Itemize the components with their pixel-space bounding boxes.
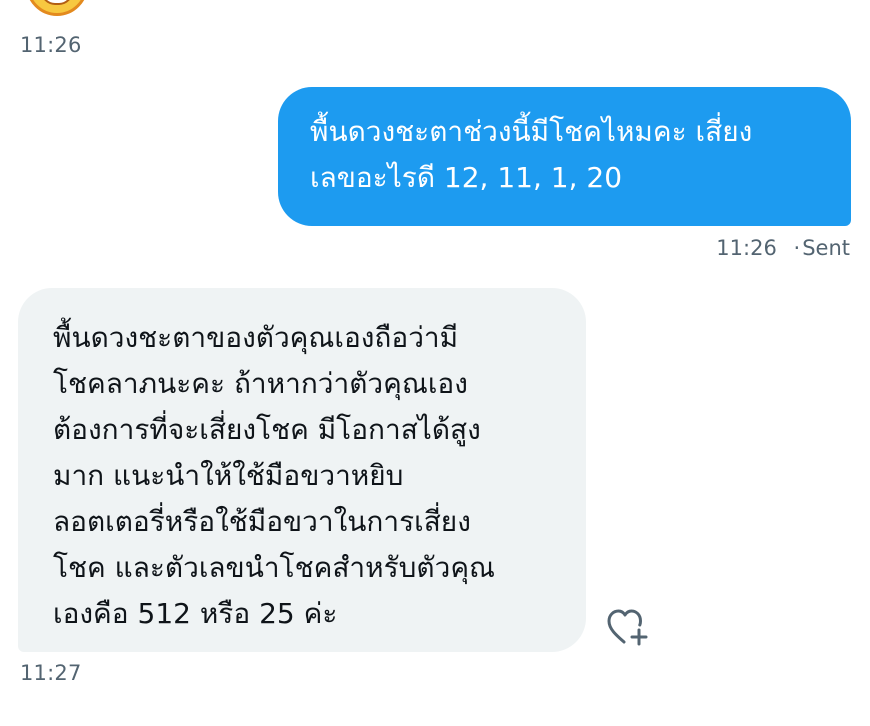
- heart-plus-icon[interactable]: [606, 608, 650, 648]
- grinning-face-emoji-icon: [26, 0, 88, 16]
- meta-separator: ·: [793, 236, 801, 260]
- sent-status-label: Sent: [802, 236, 850, 260]
- received-message-bubble[interactable]: พื้นดวงชะตาของตัวคุณเองถือว่ามี โชคลาภนะ…: [18, 288, 586, 652]
- sent-message-meta: 11:26 ·Sent: [716, 236, 850, 260]
- received-message-text: พื้นดวงชะตาของตัวคุณเองถือว่ามี โชคลาภนะ…: [53, 321, 496, 630]
- previous-message-timestamp: 11:26: [20, 33, 82, 57]
- sent-message-bubble[interactable]: พื้นดวงชะตาช่วงนี้มีโชคไหมคะ เสี่ยง เลขอ…: [278, 87, 851, 226]
- received-message-timestamp: 11:27: [20, 661, 82, 685]
- sent-message-text: พื้นดวงชะตาช่วงนี้มีโชคไหมคะ เสี่ยง เลขอ…: [310, 115, 753, 194]
- sent-message-timestamp: 11:26: [716, 236, 777, 260]
